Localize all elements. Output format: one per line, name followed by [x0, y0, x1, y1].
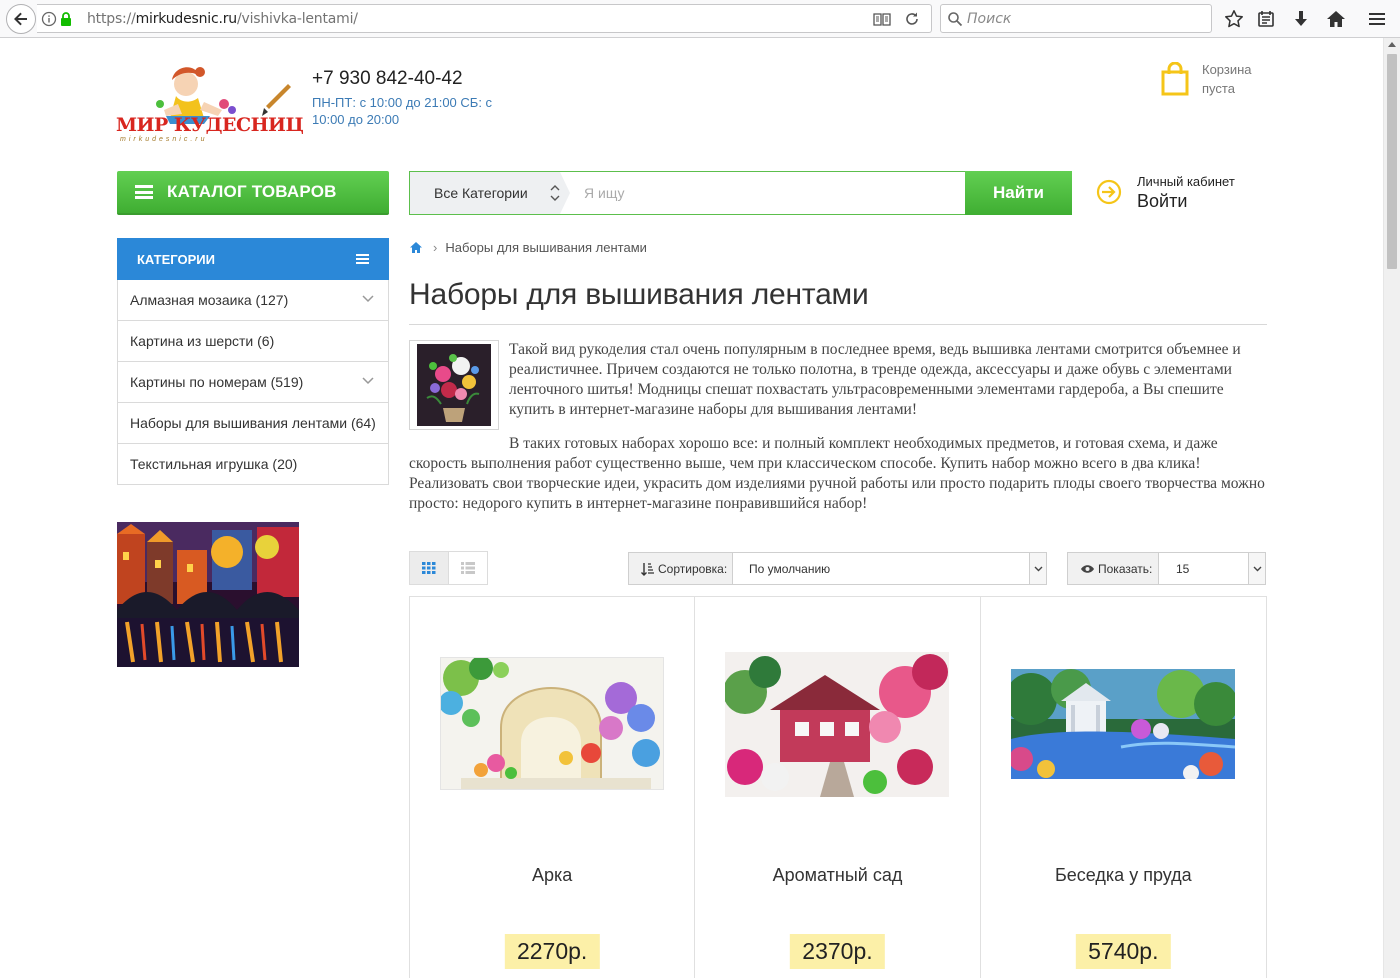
- chevron-down-icon[interactable]: [362, 295, 374, 303]
- category-select[interactable]: Все Категории: [410, 172, 570, 214]
- back-button[interactable]: [6, 4, 36, 34]
- site-search: Все Категории Я ищу Найти: [409, 171, 1072, 215]
- breadcrumb-current: Наборы для вышивания лентами: [445, 240, 647, 255]
- browser-toolbar: https://mirkudesnic.ru/vishivka-lentami/…: [0, 0, 1400, 38]
- category-item-label: Картины по номерам (519): [130, 374, 304, 390]
- list-icon: [461, 562, 475, 574]
- sort-label: Сортировка:: [658, 561, 728, 576]
- catalog-label: КАТАЛОГ ТОВАРОВ: [167, 182, 337, 201]
- grid-view-button[interactable]: [409, 551, 449, 585]
- show-count-select[interactable]: Показать: 15: [1067, 552, 1266, 585]
- menu-icon[interactable]: [1366, 8, 1388, 30]
- product-name[interactable]: Ароматный сад: [695, 865, 979, 886]
- url-text: https://mirkudesnic.ru/vishivka-lentami/: [87, 11, 358, 27]
- download-icon[interactable]: [1290, 8, 1312, 30]
- product-card[interactable]: Арка 2270р.: [410, 597, 696, 978]
- sidebar-banner-image[interactable]: [117, 522, 299, 667]
- product-card[interactable]: Ароматный сад 2370р.: [695, 597, 981, 978]
- description-paragraph-1: Такой вид рукоделия стал очень популярны…: [509, 341, 1241, 418]
- breadcrumb: › Наборы для вышивания лентами: [409, 240, 647, 255]
- categories-menu-icon: [356, 254, 369, 264]
- category-select-value: Все Категории: [434, 185, 528, 201]
- category-item-label: Текстильная игрушка (20): [130, 456, 298, 472]
- select-arrows-icon: [550, 185, 560, 201]
- find-button[interactable]: Найти: [965, 171, 1072, 215]
- description-paragraph-2: В таких готовых наборах хорошо все: и по…: [409, 435, 1265, 512]
- show-label: Показать:: [1098, 561, 1153, 576]
- product-price: 5740р.: [1076, 934, 1171, 969]
- reader-view-icon[interactable]: [873, 11, 891, 27]
- show-dropdown-button[interactable]: [1248, 553, 1265, 584]
- chevron-down-icon[interactable]: [362, 377, 374, 385]
- address-bar[interactable]: https://mirkudesnic.ru/vishivka-lentami/: [37, 4, 932, 33]
- categories-header[interactable]: КАТЕГОРИИ: [117, 238, 389, 280]
- chevron-down-icon: [1253, 566, 1261, 571]
- info-icon[interactable]: [41, 11, 57, 27]
- category-item-wool-painting[interactable]: Картина из шерсти (6): [118, 320, 388, 361]
- product-image[interactable]: [440, 657, 664, 790]
- browser-search-placeholder: Поиск: [967, 11, 1012, 27]
- store-phone[interactable]: +7 930 842-40-42: [312, 68, 463, 90]
- category-item-ribbon-embroidery[interactable]: Наборы для вышивания лентами (64): [118, 402, 388, 443]
- sort-label-box: Сортировка:: [629, 553, 733, 584]
- category-thumbnail: [409, 340, 499, 430]
- chevron-down-icon: [1034, 566, 1042, 571]
- browser-search-input[interactable]: Поиск: [940, 4, 1212, 33]
- scroll-up-arrow-icon[interactable]: [1388, 42, 1396, 47]
- product-price: 2270р.: [504, 934, 600, 969]
- sort-select[interactable]: Сортировка: По умолчанию: [628, 552, 1047, 585]
- page-scrollbar[interactable]: [1383, 38, 1400, 978]
- login-icon[interactable]: [1095, 178, 1123, 206]
- cart-status[interactable]: Корзина пуста: [1202, 60, 1282, 98]
- category-item-label: Картина из шерсти (6): [130, 333, 275, 349]
- sort-value: По умолчанию: [749, 562, 831, 576]
- lock-icon: [61, 12, 71, 26]
- reload-icon[interactable]: [904, 11, 920, 27]
- eye-icon: [1081, 564, 1094, 573]
- product-card[interactable]: Беседка у пруда 5740р.: [981, 597, 1266, 978]
- category-item-diamond-mosaic[interactable]: Алмазная мозаика (127): [118, 280, 388, 320]
- product-image[interactable]: [725, 652, 950, 797]
- login-link[interactable]: Войти: [1137, 191, 1187, 212]
- logo-wordmark: МИР КУДЕСНИЦ: [116, 114, 304, 136]
- site-logo[interactable]: МИР КУДЕСНИЦ mirkudesnic.ru: [116, 58, 304, 150]
- library-icon[interactable]: [1255, 8, 1277, 30]
- product-name[interactable]: Беседка у пруда: [981, 865, 1266, 886]
- scrollbar-thumb[interactable]: [1387, 54, 1397, 269]
- home-crumb-icon[interactable]: [409, 241, 423, 254]
- breadcrumb-separator-icon: ›: [433, 240, 438, 255]
- product-image[interactable]: [1010, 669, 1235, 779]
- category-item-paint-by-numbers[interactable]: Картины по номерам (519): [118, 361, 388, 402]
- store-hours: ПН-ПТ: с 10:00 до 21:00 СБ: с 10:00 до 2…: [312, 95, 493, 127]
- search-icon: [948, 12, 963, 27]
- catalog-button[interactable]: КАТАЛОГ ТОВАРОВ: [117, 171, 389, 215]
- site-search-input[interactable]: Я ищу: [584, 185, 625, 201]
- cart-icon[interactable]: [1160, 61, 1190, 101]
- title-divider: [409, 324, 1267, 325]
- grid-icon: [422, 562, 436, 574]
- category-item-textile-toy[interactable]: Текстильная игрушка (20): [118, 443, 388, 484]
- account-label[interactable]: Личный кабинет: [1137, 174, 1235, 189]
- page-title: Наборы для вышивания лентами: [409, 278, 869, 311]
- product-grid: Арка 2270р. Ароматный сад 2370р. Беседка…: [409, 596, 1267, 978]
- category-item-label: Наборы для вышивания лентами (64): [130, 415, 376, 431]
- categories-title: КАТЕГОРИИ: [137, 251, 215, 267]
- product-price: 2370р.: [790, 934, 885, 969]
- product-name[interactable]: Арка: [410, 865, 694, 886]
- bookmark-star-icon[interactable]: [1223, 8, 1245, 30]
- sort-dropdown-button[interactable]: [1029, 553, 1046, 584]
- show-value: 15: [1176, 562, 1190, 576]
- back-arrow-icon: [14, 12, 27, 26]
- show-label-box: Показать:: [1068, 553, 1159, 584]
- list-view-button[interactable]: [448, 551, 488, 585]
- home-icon[interactable]: [1325, 8, 1347, 30]
- category-item-label: Алмазная мозаика (127): [130, 292, 289, 308]
- logo-subtext: mirkudesnic.ru: [120, 136, 208, 143]
- sort-icon: [641, 562, 654, 576]
- categories-list: Алмазная мозаика (127) Картина из шерсти…: [117, 280, 389, 485]
- catalog-menu-icon: [135, 185, 153, 199]
